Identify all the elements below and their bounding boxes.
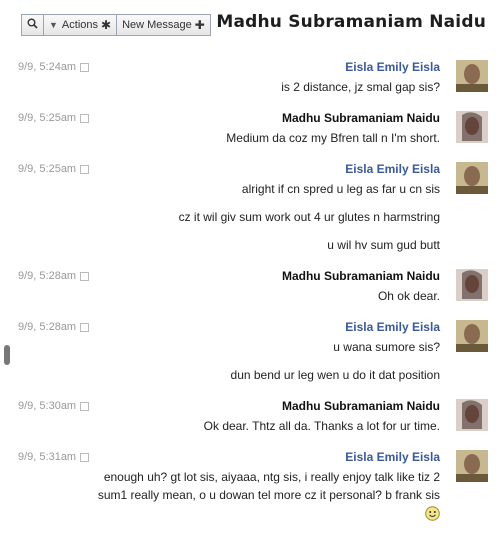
sender-name[interactable]: Madhu Subramaniam Naidu — [282, 269, 440, 283]
message-line: enough uh? gt lot sis, aiyaaa, ntg sis, … — [103, 470, 440, 484]
conversation-title: Madhu Subramaniam Naidu — [216, 12, 486, 32]
message-group: Eisla Emily Eisla 9/9, 5:24am is 2 dista… — [18, 60, 488, 100]
conversation-view: Madhu Subramaniam Naidu ✚ New Message ✱ … — [0, 0, 502, 536]
message-line: sum1 really mean, o u dowan tel more cz … — [97, 488, 440, 502]
timestamp: 9/9, 5:25am — [18, 112, 90, 124]
avatar-madhu[interactable] — [456, 269, 488, 301]
select-checkbox[interactable] — [80, 401, 90, 411]
message-time: 9/9, 5:25am — [18, 163, 77, 175]
toolbar: ✚ New Message ✱ Actions ▼ — [21, 14, 211, 36]
avatar-eisla[interactable] — [456, 60, 488, 92]
sender-name[interactable]: Eisla Emily Eisla — [345, 60, 440, 74]
new-message-label: New Message — [122, 19, 192, 31]
timestamp: 9/9, 5:25am — [18, 163, 90, 175]
sender-name[interactable]: Madhu Subramaniam Naidu — [282, 399, 440, 413]
message-group: Madhu Subramaniam Naidu 9/9, 5:30am Ok d… — [18, 399, 488, 439]
actions-button[interactable]: ✱ Actions ▼ — [43, 14, 118, 36]
new-message-button[interactable]: ✚ New Message — [116, 14, 211, 36]
message-time: 9/9, 5:28am — [18, 321, 77, 333]
message-group: Eisla Emily Eisla 9/9, 5:25am alright if… — [18, 162, 488, 252]
avatar-madhu[interactable] — [456, 111, 488, 143]
message-line: cz it wil giv sum work out 4 ur glutes n… — [178, 210, 440, 224]
message-line: Ok dear. Thtz all da. Thanks a lot for u… — [203, 419, 440, 433]
message-line: Medium da coz my Bfren tall n I'm short. — [226, 131, 440, 145]
chevron-down-icon: ▼ — [49, 20, 58, 30]
select-checkbox[interactable] — [80, 62, 90, 72]
sender-name[interactable]: Eisla Emily Eisla — [345, 320, 440, 334]
avatar-madhu[interactable] — [456, 399, 488, 431]
timestamp: 9/9, 5:28am — [18, 270, 90, 282]
sender-name[interactable]: Eisla Emily Eisla — [345, 162, 440, 176]
message-group: Eisla Emily Eisla 9/9, 5:31am enough uh?… — [18, 450, 488, 530]
message-group: Eisla Emily Eisla 9/9, 5:28am u wana sum… — [18, 320, 488, 385]
message-time: 9/9, 5:30am — [18, 400, 77, 412]
message-time: 9/9, 5:25am — [18, 112, 77, 124]
message-line: u wana sumore sis? — [333, 340, 440, 354]
select-checkbox[interactable] — [80, 164, 90, 174]
message-line: u wil hv sum gud butt — [327, 238, 440, 252]
message-group: Madhu Subramaniam Naidu 9/9, 5:25am Medi… — [18, 111, 488, 151]
timestamp: 9/9, 5:24am — [18, 61, 90, 73]
message-line: is 2 distance, jz smal gap sis? — [281, 80, 440, 94]
timestamp: 9/9, 5:28am — [18, 321, 90, 333]
timestamp: 9/9, 5:30am — [18, 400, 90, 412]
smiley-icon — [425, 506, 440, 521]
sender-name[interactable]: Eisla Emily Eisla — [345, 450, 440, 464]
avatar-eisla[interactable] — [456, 320, 488, 352]
sender-name[interactable]: Madhu Subramaniam Naidu — [282, 111, 440, 125]
select-checkbox[interactable] — [80, 452, 90, 462]
message-line: Oh ok dear. — [377, 289, 440, 303]
plus-icon: ✚ — [194, 18, 205, 32]
select-checkbox[interactable] — [80, 113, 90, 123]
message-group: Madhu Subramaniam Naidu 9/9, 5:28am Oh o… — [18, 269, 488, 309]
avatar-eisla[interactable] — [456, 162, 488, 194]
message-time: 9/9, 5:31am — [18, 451, 77, 463]
select-checkbox[interactable] — [80, 322, 90, 332]
conversation-header: Madhu Subramaniam Naidu ✚ New Message ✱ … — [0, 12, 502, 40]
scrollbar-thumb[interactable] — [4, 345, 10, 365]
actions-label: Actions — [61, 19, 98, 31]
search-button[interactable] — [21, 14, 44, 36]
avatar-eisla[interactable] — [456, 450, 488, 482]
message-time: 9/9, 5:28am — [18, 270, 77, 282]
message-line: dun bend ur leg wen u do it dat position — [230, 368, 440, 382]
timestamp: 9/9, 5:31am — [18, 451, 90, 463]
message-line: alright if cn spred u leg as far u cn si… — [241, 182, 440, 196]
select-checkbox[interactable] — [80, 271, 90, 281]
message-time: 9/9, 5:24am — [18, 61, 77, 73]
search-icon — [27, 18, 38, 32]
gear-icon: ✱ — [101, 18, 112, 32]
